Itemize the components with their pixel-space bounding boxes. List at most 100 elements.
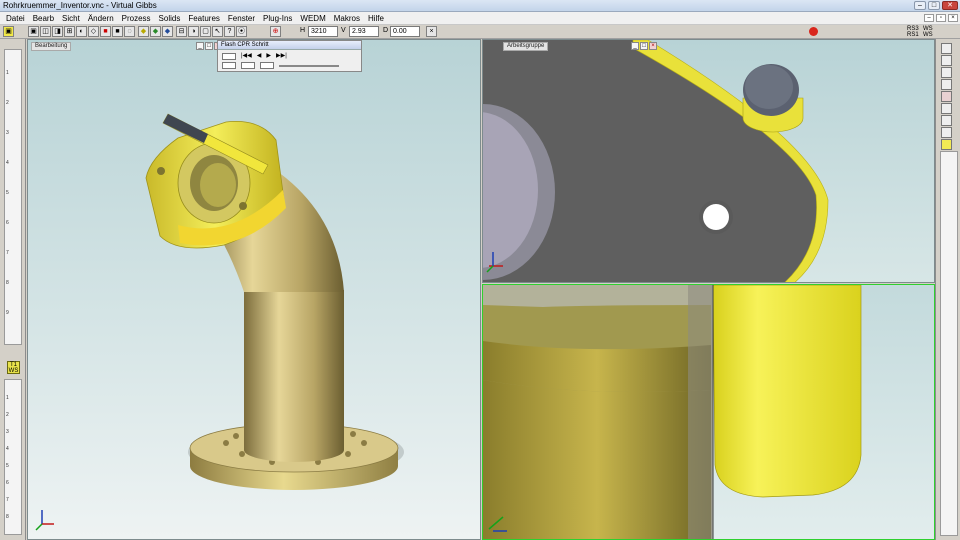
menu-bar: Datei Bearb Sicht Ändern Prozess Solids … bbox=[0, 12, 960, 25]
close-button[interactable]: ✕ bbox=[942, 1, 958, 10]
viewport-minimize-button[interactable]: _ bbox=[196, 42, 204, 50]
viewport-arbeitsgruppe[interactable]: Arbeitsgruppe _ □ × bbox=[482, 39, 935, 283]
mdi-minimize-button[interactable]: – bbox=[924, 14, 934, 22]
menu-sicht[interactable]: Sicht bbox=[58, 13, 84, 24]
flash-mode-button-3[interactable] bbox=[260, 62, 274, 69]
v-label: V bbox=[341, 27, 346, 34]
ws-tool-icon[interactable]: T1 WS bbox=[7, 361, 20, 374]
menu-features[interactable]: Features bbox=[184, 13, 224, 24]
toggle-icon[interactable]: ◑ bbox=[188, 26, 199, 37]
new-doc-icon[interactable] bbox=[941, 43, 952, 54]
flash-play-button[interactable]: ▶ bbox=[266, 53, 271, 60]
viewport-minimize-button[interactable]: _ bbox=[631, 42, 639, 50]
shape-icon[interactable] bbox=[941, 115, 952, 126]
maximize-button[interactable]: □ bbox=[928, 1, 940, 10]
flash-mode-button-2[interactable] bbox=[241, 62, 255, 69]
ruler-tick: 5 bbox=[6, 463, 9, 469]
solid-yellow-icon[interactable]: ◆ bbox=[138, 26, 149, 37]
view-split-icon[interactable]: ◨ bbox=[52, 26, 63, 37]
delete-icon[interactable] bbox=[941, 67, 952, 78]
wireframe-icon[interactable]: ◇ bbox=[88, 26, 99, 37]
flash-forward-button[interactable]: ▶▶| bbox=[276, 53, 287, 60]
solid-blue-icon[interactable]: ◆ bbox=[162, 26, 173, 37]
menu-solids[interactable]: Solids bbox=[155, 13, 185, 24]
pipe-elbow-model bbox=[35, 113, 404, 531]
flash-back-button[interactable]: ◀ bbox=[257, 53, 262, 60]
menu-wedm[interactable]: WEDM bbox=[296, 13, 329, 24]
ruler-tick: 4 bbox=[6, 160, 9, 166]
light-icon[interactable]: ◌ bbox=[124, 26, 135, 37]
ruler-tick: 1 bbox=[6, 395, 9, 401]
viewport-maximize-button[interactable]: □ bbox=[640, 42, 648, 50]
ruler-tick: 2 bbox=[6, 412, 9, 418]
view-cube-icon[interactable]: ◫ bbox=[40, 26, 51, 37]
help-cursor-icon[interactable]: ? bbox=[224, 26, 235, 37]
ruler-upper[interactable]: 1 2 3 4 5 6 7 8 9 bbox=[4, 49, 22, 345]
menu-bearb[interactable]: Bearb bbox=[29, 13, 58, 24]
dark-square-icon[interactable]: ■ bbox=[112, 26, 123, 37]
flash-step-field[interactable] bbox=[222, 53, 236, 60]
tool-icon[interactable]: ⊟ bbox=[176, 26, 187, 37]
shade-icon[interactable]: ◐ bbox=[76, 26, 87, 37]
menu-aendern[interactable]: Ändern bbox=[84, 13, 118, 24]
window-title: Rohrkruemmer_Inventor.vnc - Virtual Gibb… bbox=[3, 1, 157, 10]
menu-prozess[interactable]: Prozess bbox=[118, 13, 155, 24]
menu-makros[interactable]: Makros bbox=[330, 13, 364, 24]
v-field[interactable]: 2.93 bbox=[349, 26, 379, 37]
ruler-tick: 5 bbox=[6, 190, 9, 196]
h-field[interactable]: 3210 bbox=[308, 26, 338, 37]
flash-panel-title: Flash CPR Schritt bbox=[218, 41, 361, 50]
ws-tool-icon-right[interactable] bbox=[941, 139, 952, 150]
main-toolbar: ▣ ▣ ◫ ◨ ⊞ ◐ ◇ ■ ■ ◌ ◆ ◆ ◆ ⊟ ◑ ▢ ↖ ? ⦿ ⊕ … bbox=[0, 25, 960, 39]
select-box-icon[interactable] bbox=[941, 55, 952, 66]
mdi-restore-button[interactable]: ▫ bbox=[936, 14, 946, 22]
flash-mode-button-1[interactable] bbox=[222, 62, 236, 69]
viewport-caption: Bearbeitung bbox=[31, 42, 72, 51]
grid-icon[interactable]: ⊕ bbox=[270, 26, 281, 37]
d-label: D bbox=[383, 27, 389, 34]
color-icon[interactable]: ■ bbox=[100, 26, 111, 37]
d-field[interactable]: 0.00 bbox=[390, 26, 420, 37]
menu-plugins[interactable]: Plug-Ins bbox=[259, 13, 296, 24]
ruler-lower[interactable]: 1 2 3 4 5 6 7 8 bbox=[4, 379, 22, 535]
viewport-bearbeitung[interactable]: Bearbeitung _ □ × bbox=[27, 39, 481, 540]
workspace-icon[interactable]: ▣ bbox=[3, 26, 14, 37]
layer-icon[interactable] bbox=[941, 103, 952, 114]
viewport-caption: Arbeitsgruppe bbox=[503, 42, 549, 51]
ruler-tick: 3 bbox=[6, 130, 9, 136]
grid-small-icon[interactable] bbox=[941, 79, 952, 90]
flash-rewind-button[interactable]: |◀◀ bbox=[241, 53, 252, 60]
ws-label-2: WS bbox=[923, 32, 933, 38]
menu-datei[interactable]: Datei bbox=[2, 13, 29, 24]
ruler-tick: 2 bbox=[6, 100, 9, 106]
minimize-button[interactable]: – bbox=[914, 1, 926, 10]
ruler-tick: 7 bbox=[6, 250, 9, 256]
menu-hilfe[interactable]: Hilfe bbox=[364, 13, 388, 24]
ruler-tick: 1 bbox=[6, 70, 9, 76]
clear-coords-icon[interactable]: × bbox=[426, 26, 437, 37]
flash-cpr-panel[interactable]: Flash CPR Schritt |◀◀ ◀ ▶ ▶▶| bbox=[217, 40, 362, 72]
viewport-close-button[interactable]: × bbox=[649, 42, 657, 50]
ruler-tick: 4 bbox=[6, 446, 9, 452]
h-label: H bbox=[300, 27, 306, 34]
red-tool-icon[interactable] bbox=[941, 91, 952, 102]
ruler-tick: 9 bbox=[6, 310, 9, 316]
menu-fenster[interactable]: Fenster bbox=[224, 13, 259, 24]
ruler-tick: 8 bbox=[6, 514, 9, 520]
rs1-label: RS1 bbox=[907, 32, 919, 38]
solid-green-icon[interactable]: ◆ bbox=[150, 26, 161, 37]
flash-speed-slider[interactable] bbox=[279, 65, 339, 67]
view-quad-icon[interactable]: ⊞ bbox=[64, 26, 75, 37]
viewport-maximize-button[interactable]: □ bbox=[205, 42, 213, 50]
ruler-right[interactable] bbox=[940, 151, 958, 536]
record-icon[interactable]: ⦿ bbox=[236, 26, 247, 37]
select-icon[interactable]: ▢ bbox=[200, 26, 211, 37]
cursor-icon[interactable]: ↖ bbox=[212, 26, 223, 37]
viewport-closeup-2[interactable] bbox=[482, 284, 935, 540]
view-single-icon[interactable]: ▣ bbox=[28, 26, 39, 37]
stop-icon[interactable] bbox=[809, 27, 818, 36]
ruler-tick: 8 bbox=[6, 280, 9, 286]
blue-tool-icon[interactable] bbox=[941, 127, 952, 138]
mdi-close-button[interactable]: × bbox=[948, 14, 958, 22]
ruler-tick: 6 bbox=[6, 220, 9, 226]
